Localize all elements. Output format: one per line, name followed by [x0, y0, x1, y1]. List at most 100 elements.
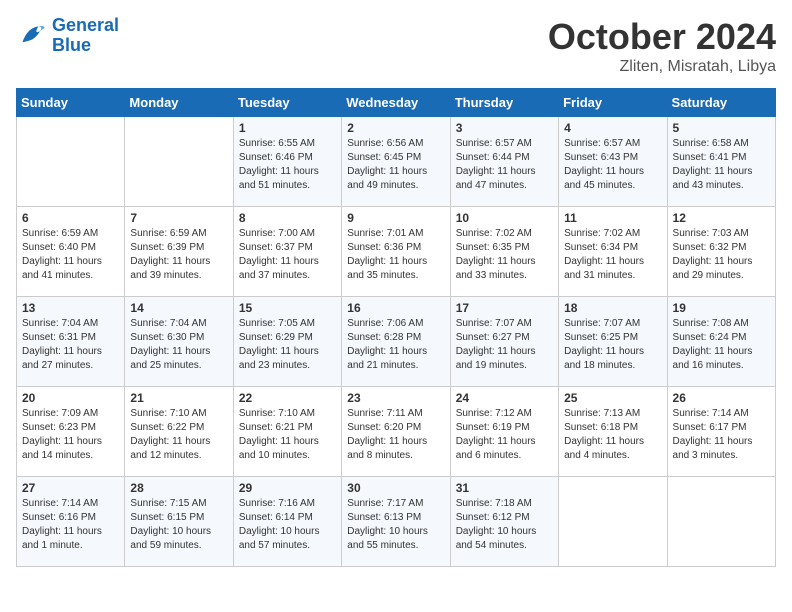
day-info: Sunrise: 7:09 AM Sunset: 6:23 PM Dayligh… — [22, 407, 119, 463]
calendar-cell: 26 Sunrise: 7:14 AM Sunset: 6:17 PM Dayli… — [667, 387, 775, 477]
day-info: Sunrise: 7:14 AM Sunset: 6:17 PM Dayligh… — [673, 407, 770, 463]
day-number: 22 — [239, 391, 336, 405]
day-number: 21 — [130, 391, 227, 405]
day-info: Sunrise: 6:57 AM Sunset: 6:44 PM Dayligh… — [456, 137, 553, 193]
day-number: 4 — [564, 121, 661, 135]
weekday-header: Sunday — [17, 89, 125, 117]
calendar-cell: 2 Sunrise: 6:56 AM Sunset: 6:45 PM Daylig… — [342, 117, 450, 207]
calendar-cell: 13 Sunrise: 7:04 AM Sunset: 6:31 PM Dayli… — [17, 297, 125, 387]
calendar-cell: 5 Sunrise: 6:58 AM Sunset: 6:41 PM Daylig… — [667, 117, 775, 207]
day-info: Sunrise: 7:11 AM Sunset: 6:20 PM Dayligh… — [347, 407, 444, 463]
day-info: Sunrise: 6:58 AM Sunset: 6:41 PM Dayligh… — [673, 137, 770, 193]
day-number: 9 — [347, 211, 444, 225]
calendar-cell: 25Sunrise: 7:13 AM Sunset: 6:18 PM Dayli… — [559, 387, 667, 477]
calendar-cell — [125, 117, 233, 207]
day-info: Sunrise: 7:00 AM Sunset: 6:37 PM Dayligh… — [239, 227, 336, 283]
weekday-header: Monday — [125, 89, 233, 117]
day-info: Sunrise: 7:02 AM Sunset: 6:34 PM Dayligh… — [564, 227, 661, 283]
weekday-header: Friday — [559, 89, 667, 117]
day-number: 20 — [22, 391, 119, 405]
day-info: Sunrise: 7:03 AM Sunset: 6:32 PM Dayligh… — [673, 227, 770, 283]
day-info: Sunrise: 7:12 AM Sunset: 6:19 PM Dayligh… — [456, 407, 553, 463]
day-info: Sunrise: 6:56 AM Sunset: 6:45 PM Dayligh… — [347, 137, 444, 193]
day-number: 29 — [239, 481, 336, 495]
day-number: 5 — [673, 121, 770, 135]
calendar-cell: 31 Sunrise: 7:18 AM Sunset: 6:12 PM Dayli… — [450, 477, 558, 567]
day-number: 11 — [564, 211, 661, 225]
day-info: Sunrise: 6:59 AM Sunset: 6:39 PM Dayligh… — [130, 227, 227, 283]
day-number: 1 — [239, 121, 336, 135]
calendar-cell: 18 Sunrise: 7:07 AM Sunset: 6:25 PM Dayli… — [559, 297, 667, 387]
day-info: Sunrise: 7:04 AM Sunset: 6:30 PM Dayligh… — [130, 317, 227, 373]
calendar-cell: 16 Sunrise: 7:06 AM Sunset: 6:28 PM Dayli… — [342, 297, 450, 387]
day-number: 6 — [22, 211, 119, 225]
day-info: Sunrise: 7:02 AM Sunset: 6:35 PM Dayligh… — [456, 227, 553, 283]
day-number: 12 — [673, 211, 770, 225]
calendar-cell: 3Sunrise: 6:57 AM Sunset: 6:44 PM Daylig… — [450, 117, 558, 207]
day-number: 2 — [347, 121, 444, 135]
calendar-week-row: 20 Sunrise: 7:09 AM Sunset: 6:23 PM Dayli… — [17, 387, 776, 477]
calendar-cell: 22Sunrise: 7:10 AM Sunset: 6:21 PM Dayli… — [233, 387, 341, 477]
day-number: 24 — [456, 391, 553, 405]
day-number: 19 — [673, 301, 770, 315]
day-number: 16 — [347, 301, 444, 315]
calendar-cell: 19 Sunrise: 7:08 AM Sunset: 6:24 PM Dayli… — [667, 297, 775, 387]
logo: General Blue — [16, 16, 119, 56]
day-number: 27 — [22, 481, 119, 495]
calendar-cell: 27Sunrise: 7:14 AM Sunset: 6:16 PM Dayli… — [17, 477, 125, 567]
calendar-cell: 14Sunrise: 7:04 AM Sunset: 6:30 PM Dayli… — [125, 297, 233, 387]
calendar-cell: 1 Sunrise: 6:55 AM Sunset: 6:46 PM Daylig… — [233, 117, 341, 207]
day-number: 10 — [456, 211, 553, 225]
calendar-cell: 29 Sunrise: 7:16 AM Sunset: 6:14 PM Dayli… — [233, 477, 341, 567]
day-info: Sunrise: 6:59 AM Sunset: 6:40 PM Dayligh… — [22, 227, 119, 283]
day-info: Sunrise: 7:08 AM Sunset: 6:24 PM Dayligh… — [673, 317, 770, 373]
day-info: Sunrise: 7:05 AM Sunset: 6:29 PM Dayligh… — [239, 317, 336, 373]
calendar-header-row: SundayMondayTuesdayWednesdayThursdayFrid… — [17, 89, 776, 117]
calendar-cell: 7 Sunrise: 6:59 AM Sunset: 6:39 PM Daylig… — [125, 207, 233, 297]
day-info: Sunrise: 7:04 AM Sunset: 6:31 PM Dayligh… — [22, 317, 119, 373]
calendar-cell: 28Sunrise: 7:15 AM Sunset: 6:15 PM Dayli… — [125, 477, 233, 567]
day-info: Sunrise: 6:55 AM Sunset: 6:46 PM Dayligh… — [239, 137, 336, 193]
calendar-cell: 17 Sunrise: 7:07 AM Sunset: 6:27 PM Dayli… — [450, 297, 558, 387]
day-info: Sunrise: 7:07 AM Sunset: 6:25 PM Dayligh… — [564, 317, 661, 373]
day-info: Sunrise: 7:01 AM Sunset: 6:36 PM Dayligh… — [347, 227, 444, 283]
calendar-cell — [17, 117, 125, 207]
calendar-cell — [667, 477, 775, 567]
day-info: Sunrise: 7:07 AM Sunset: 6:27 PM Dayligh… — [456, 317, 553, 373]
title-block: October 2024 Zliten, Misratah, Libya — [548, 16, 776, 76]
weekday-header: Wednesday — [342, 89, 450, 117]
day-number: 15 — [239, 301, 336, 315]
weekday-header: Saturday — [667, 89, 775, 117]
calendar-cell: 4Sunrise: 6:57 AM Sunset: 6:43 PM Daylig… — [559, 117, 667, 207]
weekday-header: Tuesday — [233, 89, 341, 117]
day-info: Sunrise: 7:06 AM Sunset: 6:28 PM Dayligh… — [347, 317, 444, 373]
calendar-cell: 15 Sunrise: 7:05 AM Sunset: 6:29 PM Dayli… — [233, 297, 341, 387]
page-header: General Blue October 2024 Zliten, Misrat… — [16, 16, 776, 76]
calendar-cell: 21 Sunrise: 7:10 AM Sunset: 6:22 PM Dayli… — [125, 387, 233, 477]
calendar-cell: 8Sunrise: 7:00 AM Sunset: 6:37 PM Daylig… — [233, 207, 341, 297]
logo-text: General Blue — [52, 16, 119, 56]
calendar-cell: 24 Sunrise: 7:12 AM Sunset: 6:19 PM Dayli… — [450, 387, 558, 477]
calendar-week-row: 27Sunrise: 7:14 AM Sunset: 6:16 PM Dayli… — [17, 477, 776, 567]
calendar-cell: 11 Sunrise: 7:02 AM Sunset: 6:34 PM Dayli… — [559, 207, 667, 297]
day-info: Sunrise: 7:18 AM Sunset: 6:12 PM Dayligh… — [456, 497, 553, 553]
calendar-table: SundayMondayTuesdayWednesdayThursdayFrid… — [16, 88, 776, 567]
day-number: 13 — [22, 301, 119, 315]
calendar-week-row: 1 Sunrise: 6:55 AM Sunset: 6:46 PM Daylig… — [17, 117, 776, 207]
page-title: October 2024 — [548, 16, 776, 58]
calendar-cell: 6 Sunrise: 6:59 AM Sunset: 6:40 PM Daylig… — [17, 207, 125, 297]
day-number: 23 — [347, 391, 444, 405]
day-info: Sunrise: 7:16 AM Sunset: 6:14 PM Dayligh… — [239, 497, 336, 553]
day-number: 26 — [673, 391, 770, 405]
calendar-cell: 9 Sunrise: 7:01 AM Sunset: 6:36 PM Daylig… — [342, 207, 450, 297]
day-number: 17 — [456, 301, 553, 315]
calendar-cell — [559, 477, 667, 567]
day-info: Sunrise: 7:10 AM Sunset: 6:22 PM Dayligh… — [130, 407, 227, 463]
calendar-week-row: 13 Sunrise: 7:04 AM Sunset: 6:31 PM Dayli… — [17, 297, 776, 387]
weekday-header: Thursday — [450, 89, 558, 117]
day-number: 30 — [347, 481, 444, 495]
day-number: 31 — [456, 481, 553, 495]
day-number: 18 — [564, 301, 661, 315]
calendar-cell: 23 Sunrise: 7:11 AM Sunset: 6:20 PM Dayli… — [342, 387, 450, 477]
day-number: 7 — [130, 211, 227, 225]
